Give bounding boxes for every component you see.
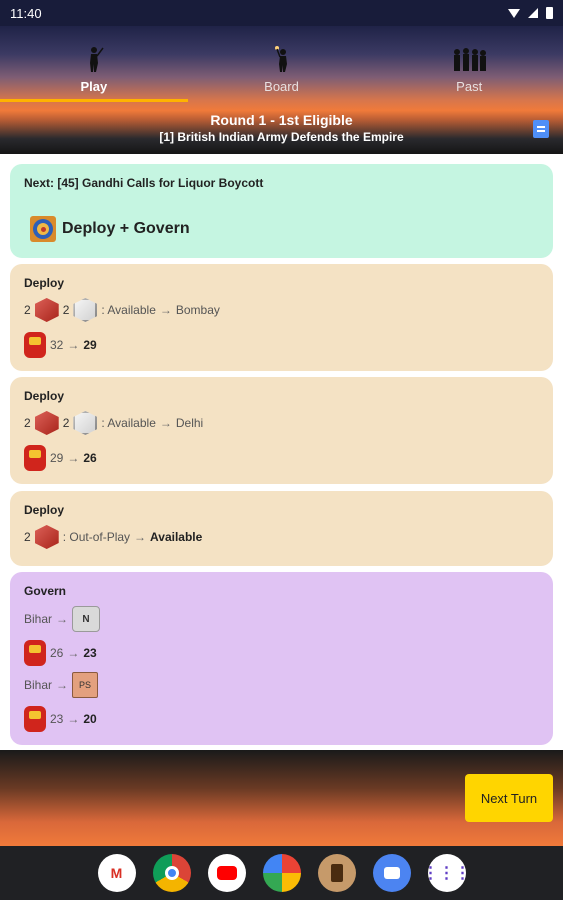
arrow: → — [159, 303, 172, 317]
arrow: → — [56, 612, 69, 626]
govern-row-2: Bihar → PS — [24, 672, 99, 698]
tab-play[interactable]: Play — [0, 26, 188, 102]
status-bar: 11:40 — [0, 0, 563, 26]
next-card-label: Next: [45] Gandhi Calls for Liquor Boyco… — [24, 176, 264, 190]
tab-past[interactable]: Past — [375, 26, 563, 102]
resource-row: 23 → 20 — [24, 706, 97, 732]
deploy-to: Bombay — [175, 303, 220, 317]
tab-bar: Play Board Past — [0, 26, 563, 102]
next-action-label: Deploy + Govern — [62, 220, 190, 237]
next-action: Deploy + Govern — [30, 216, 190, 242]
resource-row: 29 → 26 — [24, 445, 97, 471]
resource-row: 26 → 23 — [24, 640, 97, 666]
arrow: → — [67, 712, 80, 726]
deploy-from: : Out-of-Play — [62, 530, 131, 544]
neutral-marker: N — [72, 606, 101, 632]
deploy-card-1[interactable]: Deploy 2 2 : Available → Bombay 32 → 29 — [10, 264, 553, 371]
header: Play Board Past Round 1 - 1st Eligible [… — [0, 26, 563, 154]
deploy-card-3[interactable]: Deploy 2 : Out-of-Play → Available — [10, 491, 553, 566]
deploy-from: : Available — [101, 416, 156, 430]
resource-to: 29 — [83, 338, 97, 352]
red-cube-count: 2 — [24, 303, 31, 317]
signal-icon — [528, 8, 538, 18]
status-time: 11:40 — [10, 5, 42, 21]
torch-soldier-icon — [274, 46, 287, 72]
passive-support-marker: PS — [72, 672, 99, 698]
white-cube-icon — [73, 298, 98, 322]
treasury-icon — [24, 640, 46, 666]
deploy-title: Deploy — [24, 389, 65, 403]
deploy-from: : Available — [101, 303, 156, 317]
govern-title: Govern — [24, 584, 67, 598]
white-cube-icon — [73, 411, 98, 435]
deploy-title: Deploy — [24, 276, 65, 290]
youtube-app-icon[interactable] — [207, 854, 246, 892]
resource-to: 23 — [83, 646, 97, 660]
deploy-title: Deploy — [24, 503, 65, 517]
govern-card[interactable]: Govern Bihar → N 26 → 23 Bihar → PS 23 →… — [10, 572, 553, 745]
deploy-card-2[interactable]: Deploy 2 2 : Available → Delhi 29 → 26 — [10, 377, 553, 484]
arrow: → — [159, 416, 172, 430]
round-title: Round 1 - 1st Eligible — [210, 112, 353, 128]
messages-app-icon[interactable] — [372, 854, 411, 892]
tab-board-label: Board — [264, 79, 299, 94]
red-cube-count: 2 — [24, 416, 31, 430]
deploy-units-row: 2 2 : Available → Bombay — [24, 298, 220, 322]
status-icons — [508, 7, 553, 19]
arrow: → — [56, 678, 69, 692]
red-cube-icon — [34, 525, 59, 549]
photos-app-icon[interactable] — [262, 854, 301, 892]
soldier-icon — [89, 47, 104, 72]
target-icon — [30, 216, 56, 242]
resource-from: 26 — [50, 646, 64, 660]
gmail-app-icon[interactable]: M — [97, 854, 136, 892]
treasury-icon — [24, 706, 46, 732]
document-icon[interactable] — [533, 120, 549, 138]
resource-from: 23 — [50, 712, 64, 726]
resource-to: 26 — [83, 451, 97, 465]
tab-play-label: Play — [80, 79, 108, 94]
deploy-units-row: 2 2 : Available → Delhi — [24, 411, 203, 435]
red-cube-icon — [34, 411, 59, 435]
govern-place: Bihar — [24, 612, 53, 626]
treasury-icon — [24, 445, 46, 471]
apps-glyph: ⋮⋮⋮ — [422, 865, 471, 882]
chrome-app-icon[interactable] — [152, 854, 191, 892]
resource-from: 32 — [50, 338, 64, 352]
wifi-icon — [508, 8, 520, 18]
crowd-icon — [454, 48, 487, 71]
arrow: → — [67, 338, 80, 352]
deploy-units-row: 2 : Out-of-Play → Available — [24, 525, 202, 549]
resource-from: 29 — [50, 451, 64, 465]
battery-icon — [546, 7, 553, 19]
app-dock: M ⋮⋮⋮ — [0, 846, 563, 900]
red-cube-count: 2 — [24, 530, 31, 544]
deploy-to: Available — [150, 530, 203, 544]
next-turn-button[interactable]: Next Turn — [465, 774, 553, 822]
round-subtitle: [1] British Indian Army Defends the Empi… — [159, 130, 404, 144]
govern-row-1: Bihar → N — [24, 606, 101, 632]
action-list: Next: [45] Gandhi Calls for Liquor Boyco… — [0, 154, 563, 750]
deploy-to: Delhi — [175, 416, 204, 430]
white-cube-count: 2 — [62, 303, 70, 317]
active-tab-indicator — [0, 99, 188, 102]
treasury-icon — [24, 332, 46, 358]
gmail-glyph: M — [110, 865, 123, 881]
red-cube-icon — [34, 298, 59, 322]
game-app-icon[interactable] — [317, 854, 356, 892]
arrow: → — [67, 646, 80, 660]
arrow: → — [134, 530, 147, 544]
app-drawer-icon[interactable]: ⋮⋮⋮ — [423, 854, 471, 892]
resource-row: 32 → 29 — [24, 332, 97, 358]
arrow: → — [67, 451, 80, 465]
white-cube-count: 2 — [62, 416, 70, 430]
tab-past-label: Past — [456, 79, 483, 94]
govern-place: Bihar — [24, 678, 53, 692]
resource-to: 20 — [83, 712, 97, 726]
next-card: Next: [45] Gandhi Calls for Liquor Boyco… — [10, 164, 553, 258]
tab-board[interactable]: Board — [188, 26, 376, 102]
